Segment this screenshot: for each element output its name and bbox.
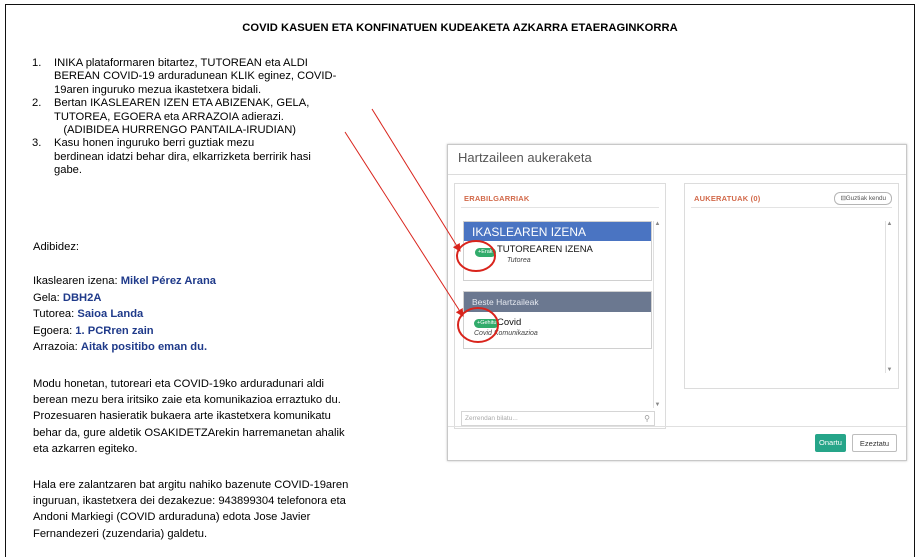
step-line: INIKA plataformaren bitartez, TUTOREAN e… xyxy=(54,57,308,69)
step-item: 2. Bertan IKASLEAREN IZEN ETA ABIZENAK, G… xyxy=(24,97,434,137)
recipient-selection-dialog: Hartzaileen aukeraketa ERABILGARRIAK IKA… xyxy=(447,144,907,461)
paragraph-line: eta azkarren egiteko. xyxy=(33,442,138,455)
scroll-down-icon[interactable]: ▼ xyxy=(886,367,893,373)
paragraph-line: Hala ere zalantzaren bat argitu nahiko b… xyxy=(33,479,349,491)
example-fields: Ikaslearen izena: Mikel Pérez Arana Gela… xyxy=(33,273,216,356)
recipient-search-input[interactable]: Zerrendan bilatu... ⚲ xyxy=(461,411,655,426)
dialog-footer-divider xyxy=(448,426,906,427)
dialog-title: Hartzaileen aukeraketa xyxy=(458,150,592,165)
step-item: 3. Kasu honen inguruko berri guztiak mezu… xyxy=(24,137,434,177)
field-row: Tutorea: Saioa Landa xyxy=(33,306,216,323)
scroll-down-icon[interactable]: ▼ xyxy=(654,402,661,408)
recipient-card-other[interactable]: Beste Hartzaileak +Gehitu Covid Covid Ko… xyxy=(463,291,652,349)
paragraph-line: Prozesuaren hasieratik bukaera arte ikas… xyxy=(33,410,331,423)
card-header: IKASLEAREN IZENA xyxy=(464,222,651,241)
search-icon: ⚲ xyxy=(644,414,650,423)
step-item: 1. INIKA plataformaren bitartez, TUTOREAN… xyxy=(24,57,434,97)
field-value: DBH2A xyxy=(62,291,102,304)
paragraph-line: behar da, gure aldetik OSAKIDETZArekin h… xyxy=(33,426,345,439)
step-line: gabe. xyxy=(54,164,82,177)
card-header: Beste Hartzaileak xyxy=(464,292,651,312)
step-line: Kasu honen inguruko berri guztiak mezu xyxy=(54,137,255,150)
field-value: Mikel Pérez Arana xyxy=(120,275,217,287)
field-row: Gela: DBH2A xyxy=(33,290,216,307)
field-row: Egoera: 1. PCRren zain xyxy=(33,323,216,340)
step-line: 19aren inguruko mezua ikastetxera bidali… xyxy=(54,83,262,96)
paragraph-line: Andoni Markiegi (COVID arduraduna) edota… xyxy=(33,511,311,524)
scroll-up-icon[interactable]: ▲ xyxy=(654,221,661,227)
field-label: Egoera: xyxy=(33,324,76,337)
available-heading: ERABILGARRIAK xyxy=(464,194,530,203)
step-number: 3. xyxy=(32,137,42,150)
field-label: Gela: xyxy=(33,291,63,304)
scroll-up-icon[interactable]: ▲ xyxy=(886,221,893,227)
accept-button[interactable]: Onartu xyxy=(815,434,846,452)
paragraph-line: Modu honetan, tutoreari eta COVID-19ko a… xyxy=(33,378,325,390)
field-value: Aitak positibo eman du. xyxy=(80,341,208,354)
selected-heading: AUKERATUAK (0) xyxy=(694,194,761,203)
available-scrollbar[interactable]: ▲ ▼ xyxy=(653,221,661,408)
field-row: Ikaslearen izena: Mikel Pérez Arana xyxy=(33,273,216,290)
paragraph-line: Fernandezeri (zuzendaria) galdetu. xyxy=(33,527,208,540)
example-heading: Adibidez: xyxy=(33,241,80,253)
search-placeholder: Zerrendan bilatu... xyxy=(465,415,518,422)
field-label: Ikaslearen izena: xyxy=(33,275,121,287)
paragraph-line: inguruan, ikastetxera dei dezakezue: 943… xyxy=(33,495,346,508)
panel-divider xyxy=(461,207,659,208)
step-number: 2. xyxy=(32,97,42,110)
step-line: TUTOREA, EGOERA eta ARRAZOIA adierazi. xyxy=(54,110,284,123)
selected-scrollbar[interactable]: ▲ ▼ xyxy=(885,221,893,373)
step-line: (ADIBIDEA HURRENGO PANTAILA-IRUDIAN) xyxy=(54,124,297,137)
document-title: COVID KASUEN ETA KONFINATUEN KUDEAKETA A… xyxy=(242,22,678,34)
step-line: Bertan IKASLEAREN IZEN ETA ABIZENAK, GEL… xyxy=(54,97,310,110)
step-line: BEREAN COVID-19 arduradunean KLIK eginez… xyxy=(54,70,337,83)
step-line: berdinean idatzi behar dira, elkarrizket… xyxy=(54,150,311,163)
add-badge[interactable]: +Erak xyxy=(475,248,496,257)
field-value: Saioa Landa xyxy=(77,308,144,321)
field-label: Arrazoia: xyxy=(33,341,81,354)
paragraph-contact: Hala ere zalantzaren bat argitu nahiko b… xyxy=(33,477,433,542)
step-number: 1. xyxy=(32,57,42,69)
recipient-card-student[interactable]: IKASLEAREN IZENA +Erak TUTOREAREN IZENA … xyxy=(463,221,652,281)
panel-divider xyxy=(691,207,892,208)
card-recipient-name: TUTOREAREN IZENA xyxy=(497,244,593,255)
card-recipient-name: Covid xyxy=(497,317,522,328)
paragraph-line: berean mezu bera iritsiko zaie eta komun… xyxy=(33,394,341,407)
field-value: 1. PCRren zain xyxy=(75,324,154,337)
card-recipient-role: Covid Komunikazioa xyxy=(474,330,538,337)
dialog-divider xyxy=(448,174,906,175)
add-badge[interactable]: +Gehitu xyxy=(474,319,500,328)
selected-panel: AUKERATUAK (0) ⊟Guztiak kendu ▲ ▼ xyxy=(684,183,899,389)
remove-all-button[interactable]: ⊟Guztiak kendu xyxy=(834,192,892,205)
field-row: Arrazoia: Aitak positibo eman du. xyxy=(33,339,216,356)
cancel-button[interactable]: Ezeztatu xyxy=(852,434,897,452)
paragraph-communication: Modu honetan, tutoreari eta COVID-19ko a… xyxy=(33,376,433,457)
card-recipient-role: Tutorea xyxy=(507,257,531,264)
instruction-steps: 1. INIKA plataformaren bitartez, TUTOREAN… xyxy=(24,57,434,178)
field-label: Tutorea: xyxy=(33,308,78,321)
available-panel: ERABILGARRIAK IKASLEAREN IZENA +Erak TUT… xyxy=(454,183,666,429)
